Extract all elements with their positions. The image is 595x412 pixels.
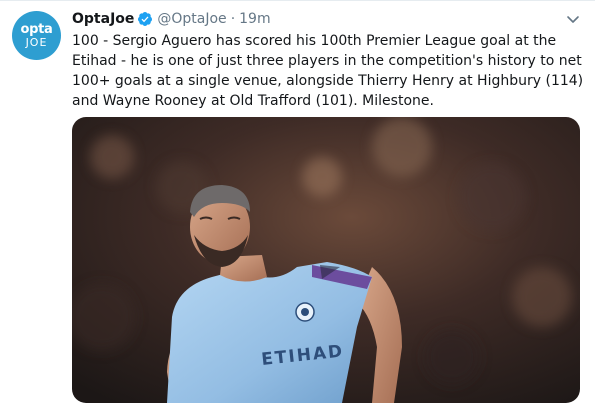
tweet-photo[interactable]: ETIHAD	[72, 117, 580, 403]
avatar-brand-text: opta	[20, 22, 53, 37]
user-handle[interactable]: @OptaJoe	[157, 11, 226, 27]
timestamp[interactable]: 19m	[239, 11, 270, 27]
player-photo-illustration: ETIHAD	[72, 117, 580, 403]
verified-badge-icon	[138, 12, 153, 26]
avatar-sub-text: JOE	[25, 36, 48, 49]
display-name[interactable]: OptaJoe	[72, 11, 134, 27]
tweet-text: 100 - Sergio Aguero has scored his 100th…	[72, 33, 584, 109]
tweet-content: OptaJoe @OptaJoe · 19m 100 - Sergio Ague…	[72, 9, 584, 111]
separator-dot: ·	[230, 11, 236, 27]
avatar[interactable]: opta JOE	[12, 11, 61, 60]
tweet-header: OptaJoe @OptaJoe · 19m	[72, 9, 582, 29]
tweet-card[interactable]: opta JOE OptaJoe @OptaJoe · 19m 100 - Se…	[0, 0, 595, 412]
chevron-down-icon[interactable]	[565, 11, 581, 27]
